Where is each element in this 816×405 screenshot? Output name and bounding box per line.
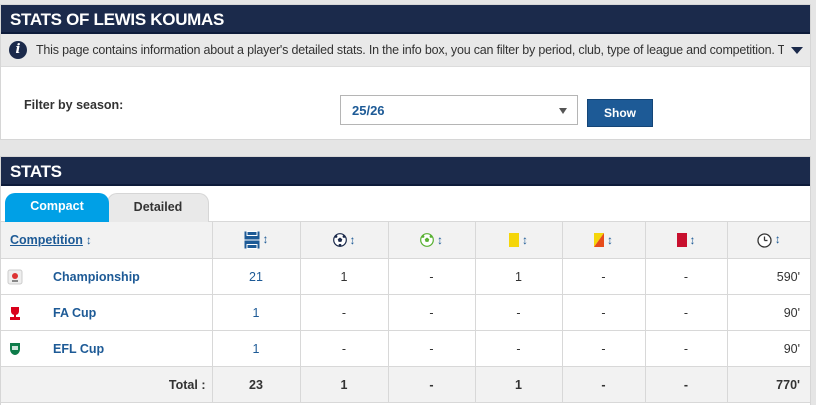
total-row: Total : 23 1 - 1 - - 770' xyxy=(1,366,810,403)
total-minutes: 770' xyxy=(727,366,810,403)
table-row: Championship 21 1 - 1 - - 590' xyxy=(1,258,810,295)
appearances-column-header[interactable]: ↕ xyxy=(212,221,301,259)
appearances-icon xyxy=(244,231,259,249)
info-text: This page contains information about a p… xyxy=(36,43,784,57)
info-bar[interactable]: i This page contains information about a… xyxy=(1,34,810,67)
appearances-cell[interactable]: 21 xyxy=(212,258,301,295)
show-button[interactable]: Show xyxy=(587,99,653,127)
minutes-icon xyxy=(757,232,772,248)
red-card-icon xyxy=(676,233,687,248)
total-goals: 1 xyxy=(300,366,389,403)
total-appearances: 23 xyxy=(212,366,301,403)
info-icon: i xyxy=(9,41,27,59)
yellow-cards-cell: - xyxy=(475,330,563,367)
chevron-down-icon[interactable] xyxy=(791,47,803,54)
yellow-cards-cell: - xyxy=(475,294,563,331)
goals-column-header[interactable]: ↕ xyxy=(300,221,389,259)
total-second-yellow: - xyxy=(562,366,646,403)
table-row: FA Cup 1 - - - - - 90' xyxy=(1,294,810,331)
red-cards-cell: - xyxy=(645,258,728,295)
dropdown-arrow-icon xyxy=(559,108,567,114)
fa-cup-logo-icon xyxy=(10,306,20,320)
appearances-cell[interactable]: 1 xyxy=(212,294,301,331)
stats-box: STATS Detailed Compact Competition ↕ ↕ ↕… xyxy=(0,156,811,405)
goals-cell: - xyxy=(300,294,389,331)
competition-column-header[interactable]: Competition ↕ xyxy=(1,221,213,259)
total-red-cards: - xyxy=(645,366,728,403)
minutes-cell: 90' xyxy=(727,330,810,367)
goals-icon xyxy=(332,233,347,248)
minutes-cell: 590' xyxy=(727,258,810,295)
red-cards-column-header[interactable]: ↕ xyxy=(645,221,728,259)
second-yellow-column-header[interactable]: ↕ xyxy=(562,221,646,259)
red-cards-cell: - xyxy=(645,294,728,331)
sort-icon[interactable]: ↕ xyxy=(437,233,443,247)
championship-logo-icon xyxy=(7,269,23,284)
sort-icon[interactable]: ↕ xyxy=(690,233,696,247)
minutes-cell: 90' xyxy=(727,294,810,331)
tabs-bar: Detailed Compact xyxy=(1,186,810,222)
tab-compact[interactable]: Compact xyxy=(5,193,109,222)
competition-name-link[interactable]: FA Cup xyxy=(53,306,96,320)
second-yellow-cell: - xyxy=(562,258,646,295)
second-yellow-card-icon xyxy=(594,233,604,248)
assists-column-header[interactable]: ↕ xyxy=(388,221,476,259)
competition-cell: EFL Cup xyxy=(1,330,213,367)
competition-cell: FA Cup xyxy=(1,294,213,331)
yellow-cards-cell: 1 xyxy=(475,258,563,295)
competition-name-link[interactable]: EFL Cup xyxy=(53,342,104,356)
red-cards-cell: - xyxy=(645,330,728,367)
yellow-card-icon xyxy=(509,233,519,248)
assists-icon xyxy=(420,233,434,248)
goals-cell: 1 xyxy=(300,258,389,295)
table-header-row: Competition ↕ ↕ ↕ ↕ ↕ ↕ ↕ ↕ xyxy=(1,221,810,259)
minutes-column-header[interactable]: ↕ xyxy=(727,221,810,259)
goals-cell: - xyxy=(300,330,389,367)
second-yellow-cell: - xyxy=(562,294,646,331)
player-stats-box: STATS OF LEWIS KOUMAS i This page contai… xyxy=(0,4,811,140)
assists-cell: - xyxy=(388,330,476,367)
assists-cell: - xyxy=(388,294,476,331)
sort-icon[interactable]: ↕ xyxy=(522,233,528,247)
sort-icon[interactable]: ↕ xyxy=(86,233,92,247)
competition-cell: Championship xyxy=(1,258,213,295)
season-select-value: 25/26 xyxy=(352,103,385,118)
sort-icon[interactable]: ↕ xyxy=(350,233,356,247)
total-yellow-cards: 1 xyxy=(475,366,563,403)
sort-icon[interactable]: ↕ xyxy=(263,232,269,246)
appearances-cell[interactable]: 1 xyxy=(212,330,301,367)
total-assists: - xyxy=(388,366,476,403)
stats-table: Competition ↕ ↕ ↕ ↕ ↕ ↕ ↕ ↕ Championship… xyxy=(1,221,810,403)
competition-sort-link[interactable]: Competition xyxy=(10,233,83,247)
efl-cup-logo-icon xyxy=(10,342,20,355)
season-filter-label: Filter by season: xyxy=(24,98,124,112)
total-label: Total : xyxy=(1,366,213,403)
second-yellow-cell: - xyxy=(562,330,646,367)
assists-cell: - xyxy=(388,258,476,295)
sort-icon[interactable]: ↕ xyxy=(775,232,781,246)
season-select[interactable]: 25/26 xyxy=(340,95,578,125)
table-row: EFL Cup 1 - - - - - 90' xyxy=(1,330,810,367)
page-title: STATS OF LEWIS KOUMAS xyxy=(1,5,810,34)
tab-detailed[interactable]: Detailed xyxy=(107,193,209,222)
competition-name-link[interactable]: Championship xyxy=(53,270,140,284)
yellow-cards-column-header[interactable]: ↕ xyxy=(475,221,563,259)
stats-title: STATS xyxy=(1,157,810,186)
sort-icon[interactable]: ↕ xyxy=(607,233,613,247)
